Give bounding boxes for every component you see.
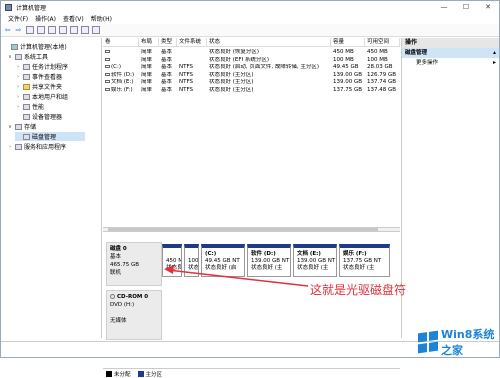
watermark: Win8系统之家 (418, 326, 500, 358)
legend-label-primary: 主分区 (145, 371, 163, 378)
windows-logo-icon (418, 330, 438, 354)
annotation-arrow-head (164, 265, 174, 274)
legend-label-unallocated: 未分配 (114, 371, 131, 378)
annotation-arrow-line (167, 269, 309, 287)
annotation-text: 这就是光驱磁盘符 (310, 283, 407, 297)
annotation-arrow (164, 265, 309, 287)
watermark-text: Win8系统之家 (441, 328, 495, 357)
legend: 未分配 主分区 (103, 368, 400, 378)
legend-swatch-primary (137, 370, 144, 377)
legend-swatch-unallocated (106, 370, 112, 377)
